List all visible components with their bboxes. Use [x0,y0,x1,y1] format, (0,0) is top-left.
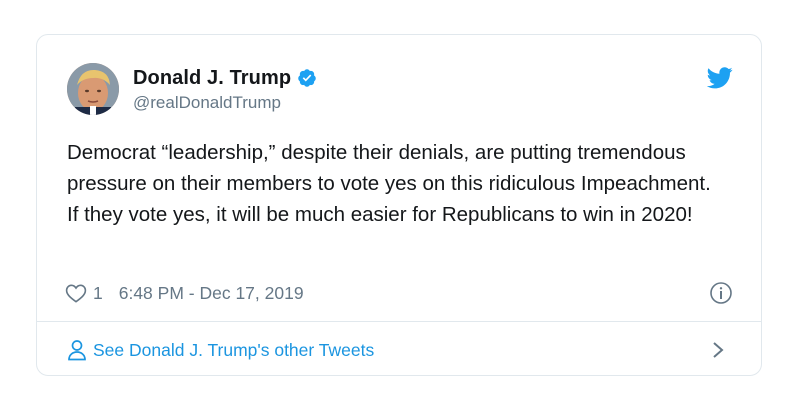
divider [37,321,761,322]
handle[interactable]: @realDonaldTrump [133,93,317,113]
tweet-header: Donald J. Trump @realDonaldTrump [67,63,733,119]
tweet-timestamp[interactable]: 6:48 PM - Dec 17, 2019 [119,283,304,304]
person-icon [67,339,87,361]
other-tweets-link[interactable]: See Donald J. Trump's other Tweets [67,337,733,363]
avatar[interactable] [67,63,119,115]
tweet-text: Democrat “leadership,” despite their den… [67,141,711,226]
info-icon[interactable] [709,281,733,305]
chevron-right-icon[interactable] [711,340,725,360]
heart-icon[interactable] [65,283,87,303]
display-name[interactable]: Donald J. Trump [133,67,291,90]
other-tweets-label[interactable]: See Donald J. Trump's other Tweets [93,340,374,361]
verified-badge-icon [297,68,317,88]
twitter-bird-icon[interactable] [706,67,733,89]
tweet-card: Donald J. Trump @realDonaldTrump Democra… [36,34,762,376]
like-count: 1 [93,282,103,303]
author-names: Donald J. Trump @realDonaldTrump [133,66,317,113]
tweet-meta: 1 6:48 PM - Dec 17, 2019 [65,281,733,305]
